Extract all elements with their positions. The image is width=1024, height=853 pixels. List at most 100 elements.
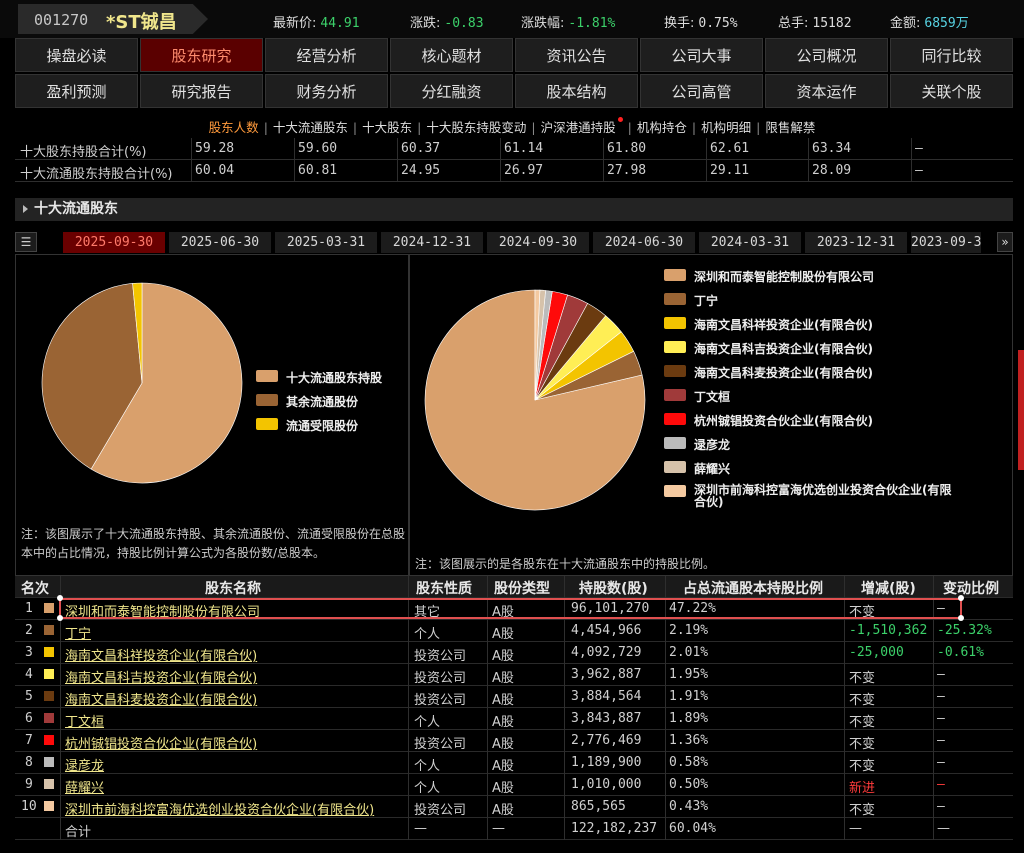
legend-item[interactable]: 其余流通股份	[256, 393, 358, 410]
table-row[interactable]: 7 杭州铖锠投资合伙企业(有限合伙) 投资公司 A股 2,776,469 1.36% 不变 —	[15, 730, 1013, 752]
nav-tab[interactable]: 研究报告	[140, 74, 263, 108]
col-divider	[487, 730, 488, 752]
date-tab[interactable]: 2025-09-30	[63, 232, 165, 253]
column-header[interactable]: 股东性质	[416, 578, 472, 598]
nav-tab[interactable]: 操盘必读	[15, 38, 138, 72]
nav-tab[interactable]: 公司高管	[640, 74, 763, 108]
highlight-handle[interactable]	[958, 595, 964, 601]
column-header[interactable]: 占总流通股本持股比例	[683, 578, 823, 598]
legend-item[interactable]: 丁宁	[664, 292, 718, 309]
legend-item[interactable]: 薛耀兴	[664, 460, 730, 477]
nav-tab[interactable]: 股东研究	[140, 38, 263, 72]
side-scrollbar[interactable]	[1018, 350, 1024, 470]
nav-tab[interactable]: 财务分析	[265, 74, 388, 108]
col-divider	[408, 686, 409, 708]
date-tab[interactable]: 2024-03-31	[699, 232, 801, 253]
cell-name[interactable]: 杭州铖锠投资合伙企业(有限合伙)	[65, 733, 257, 752]
list-menu-icon[interactable]: ☰	[15, 232, 37, 252]
legend-item[interactable]: 海南文昌科吉投资企业(有限合伙)	[664, 340, 873, 357]
col-divider	[933, 686, 934, 708]
col-divider	[665, 818, 666, 840]
cell-name[interactable]: 海南文昌科麦投资企业(有限合伙)	[65, 689, 257, 708]
subtab[interactable]: 限售解禁	[765, 120, 815, 135]
table-row[interactable]: 2 丁宁 个人 A股 4,454,966 2.19% -1,510,362 -25.32%	[15, 620, 1013, 642]
table-row[interactable]: 4 海南文昌科吉投资企业(有限合伙) 投资公司 A股 3,962,887 1.95% 不变 —	[15, 664, 1013, 686]
table-row[interactable]: 3 海南文昌科祥投资企业(有限合伙) 投资公司 A股 4,092,729 2.01% -25…	[15, 642, 1013, 664]
cell-name[interactable]: 海南文昌科祥投资企业(有限合伙)	[65, 645, 257, 664]
subtab[interactable]: 机构明细	[701, 120, 751, 135]
col-divider	[191, 160, 192, 182]
date-tab[interactable]: 2024-12-31	[381, 232, 483, 253]
nav-tab[interactable]: 公司概况	[765, 38, 888, 72]
cell-rank: 10	[21, 799, 37, 814]
subtab[interactable]: 机构持仓	[637, 120, 687, 135]
column-header[interactable]: 变动比例	[943, 578, 999, 598]
col-divider	[408, 708, 409, 730]
legend-item[interactable]: 逯彦龙	[664, 436, 730, 453]
section-title[interactable]: 十大流通股东	[15, 198, 1013, 221]
summary-value: 26.97	[504, 163, 544, 178]
legend-item[interactable]: 丁文桓	[664, 388, 730, 405]
cell-type: 个人	[414, 759, 441, 774]
table-row[interactable]: 5 海南文昌科麦投资企业(有限合伙) 投资公司 A股 3,884,564 1.91% 不变 —	[15, 686, 1013, 708]
legend-label: 杭州铖锠投资合伙企业(有限合伙)	[694, 414, 873, 428]
cell-name[interactable]: 丁宁	[65, 623, 91, 642]
cell-rank: 2	[25, 623, 33, 638]
col-divider	[844, 576, 845, 598]
cell-count: 1,189,900	[571, 755, 642, 770]
nav-tab[interactable]: 经营分析	[265, 38, 388, 72]
date-tab[interactable]: 2025-06-30	[169, 232, 271, 253]
legend-item[interactable]: 十大流通股东持股	[256, 369, 382, 386]
table-row[interactable]: 8 逯彦龙 个人 A股 1,189,900 0.58% 不变 —	[15, 752, 1013, 774]
cell-rank: 7	[25, 733, 33, 748]
date-tab[interactable]: 2024-06-30	[593, 232, 695, 253]
cell-name[interactable]: 深圳和而泰智能控制股份有限公司	[65, 601, 260, 620]
nav-tab[interactable]: 核心题材	[390, 38, 513, 72]
nav-tab[interactable]: 资本运作	[765, 74, 888, 108]
nav-tab[interactable]: 资讯公告	[515, 38, 638, 72]
legend-item[interactable]: 海南文昌科麦投资企业(有限合伙)	[664, 364, 873, 381]
nav-tab[interactable]: 分红融资	[390, 74, 513, 108]
date-tab[interactable]: 2025-03-31	[275, 232, 377, 253]
legend-item[interactable]: 深圳市前海科控富海优选创业投资合伙企业(有限合伙)	[664, 484, 954, 508]
nav-tab[interactable]: 关联个股	[890, 74, 1013, 108]
cell-name[interactable]: 深圳市前海科控富海优选创业投资合伙企业(有限合伙)	[65, 799, 374, 818]
nav-tab[interactable]: 盈利预测	[15, 74, 138, 108]
legend-item[interactable]: 流通受限股份	[256, 417, 358, 434]
col-divider	[933, 598, 934, 620]
subtab[interactable]: 十大流通股东	[273, 120, 348, 135]
column-header[interactable]: 持股数(股)	[579, 578, 648, 598]
cell-name[interactable]: 海南文昌科吉投资企业(有限合伙)	[65, 667, 257, 686]
col-divider	[665, 598, 666, 620]
subtab[interactable]: 股东人数	[209, 120, 259, 135]
column-header[interactable]: 股东名称	[205, 578, 261, 598]
nav-tab[interactable]: 公司大事	[640, 38, 763, 72]
next-dates-icon[interactable]: »	[997, 232, 1013, 252]
cell-name[interactable]: 丁文桓	[65, 711, 104, 730]
table-row[interactable]: 6 丁文桓 个人 A股 3,843,887 1.89% 不变 —	[15, 708, 1013, 730]
legend-item[interactable]: 海南文昌科祥投资企业(有限合伙)	[664, 316, 873, 333]
date-tab[interactable]: 2023-09-3	[911, 232, 981, 253]
nav-tab[interactable]: 同行比较	[890, 38, 1013, 72]
date-tab[interactable]: 2023-12-31	[805, 232, 907, 253]
subtab[interactable]: 十大股东	[362, 120, 412, 135]
cell-name[interactable]: 逯彦龙	[65, 755, 104, 774]
legend-item[interactable]: 深圳和而泰智能控制股份有限公司	[664, 268, 874, 285]
highlight-handle[interactable]	[57, 595, 63, 601]
subtab[interactable]: 沪深港通持股	[541, 120, 616, 135]
nav-tab[interactable]: 股本结构	[515, 74, 638, 108]
column-header[interactable]: 股份类型	[494, 578, 550, 598]
table-row[interactable]: 1 深圳和而泰智能控制股份有限公司 其它 A股 96,101,270 47.22% 不变 —	[15, 598, 1013, 620]
column-header[interactable]: 名次	[21, 578, 49, 598]
subtab[interactable]: 十大股东持股变动	[426, 120, 526, 135]
cell-name[interactable]: 薛耀兴	[65, 777, 104, 796]
table-row[interactable]: 9 薛耀兴 个人 A股 1,010,000 0.50% 新进 —	[15, 774, 1013, 796]
price-change-pct: 涨跌幅: -1.81%	[521, 16, 616, 31]
col-divider	[844, 752, 845, 774]
date-tab[interactable]: 2024-09-30	[487, 232, 589, 253]
legend-item[interactable]: 杭州铖锠投资合伙企业(有限合伙)	[664, 412, 873, 429]
column-header[interactable]: 增减(股)	[861, 578, 916, 598]
highlight-handle[interactable]	[958, 615, 964, 621]
highlight-handle[interactable]	[57, 615, 63, 621]
table-row[interactable]: 10 深圳市前海科控富海优选创业投资合伙企业(有限合伙) 投资公司 A股 865,565…	[15, 796, 1013, 818]
